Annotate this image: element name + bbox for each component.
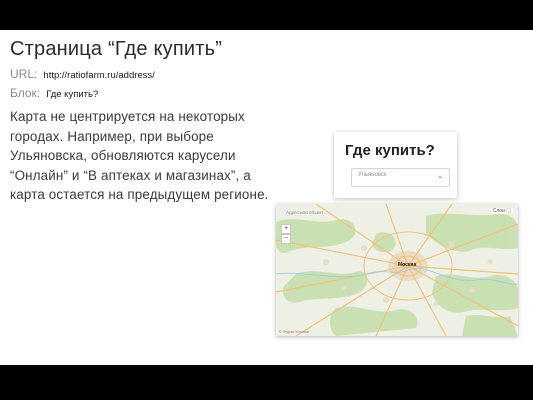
map-terrain (276, 204, 518, 336)
bottom-letterbox-bar (0, 365, 533, 400)
chevron-down-icon: ⌄ (437, 173, 443, 180)
block-value: Где купить? (46, 89, 99, 100)
map-city-label: Москва (398, 262, 417, 268)
map-search-hint[interactable]: Адрес или объект (286, 210, 323, 215)
top-letterbox-bar (0, 0, 533, 30)
page-title: Страница “Где купить” (10, 38, 223, 60)
widget-heading: Где купить? (345, 142, 435, 159)
where-to-buy-widget-screenshot: Где купить? Ульяновск ⌄ (334, 132, 457, 198)
city-select-value: Ульяновск (358, 172, 387, 178)
block-label: Блок: (10, 86, 41, 100)
issue-description: Карта не центрируется на некоторых город… (10, 109, 269, 203)
map-screenshot[interactable]: Адрес или объект Слои ▢ + − Москва © Янд… (276, 204, 518, 336)
zoom-in-button[interactable]: + (281, 224, 291, 234)
zoom-out-button[interactable]: − (281, 234, 291, 244)
map-layers-control[interactable]: Слои ▢ (490, 208, 513, 214)
url-link[interactable]: http://ratiofarm.ru/address/ (43, 70, 154, 81)
url-label: URL: (10, 67, 38, 81)
city-select[interactable]: Ульяновск ⌄ (351, 168, 450, 187)
block-row: Блок: Где купить? (10, 86, 98, 100)
map-attribution: © Яндекс Условия (279, 330, 309, 334)
url-row: URL: http://ratiofarm.ru/address/ (10, 67, 155, 81)
